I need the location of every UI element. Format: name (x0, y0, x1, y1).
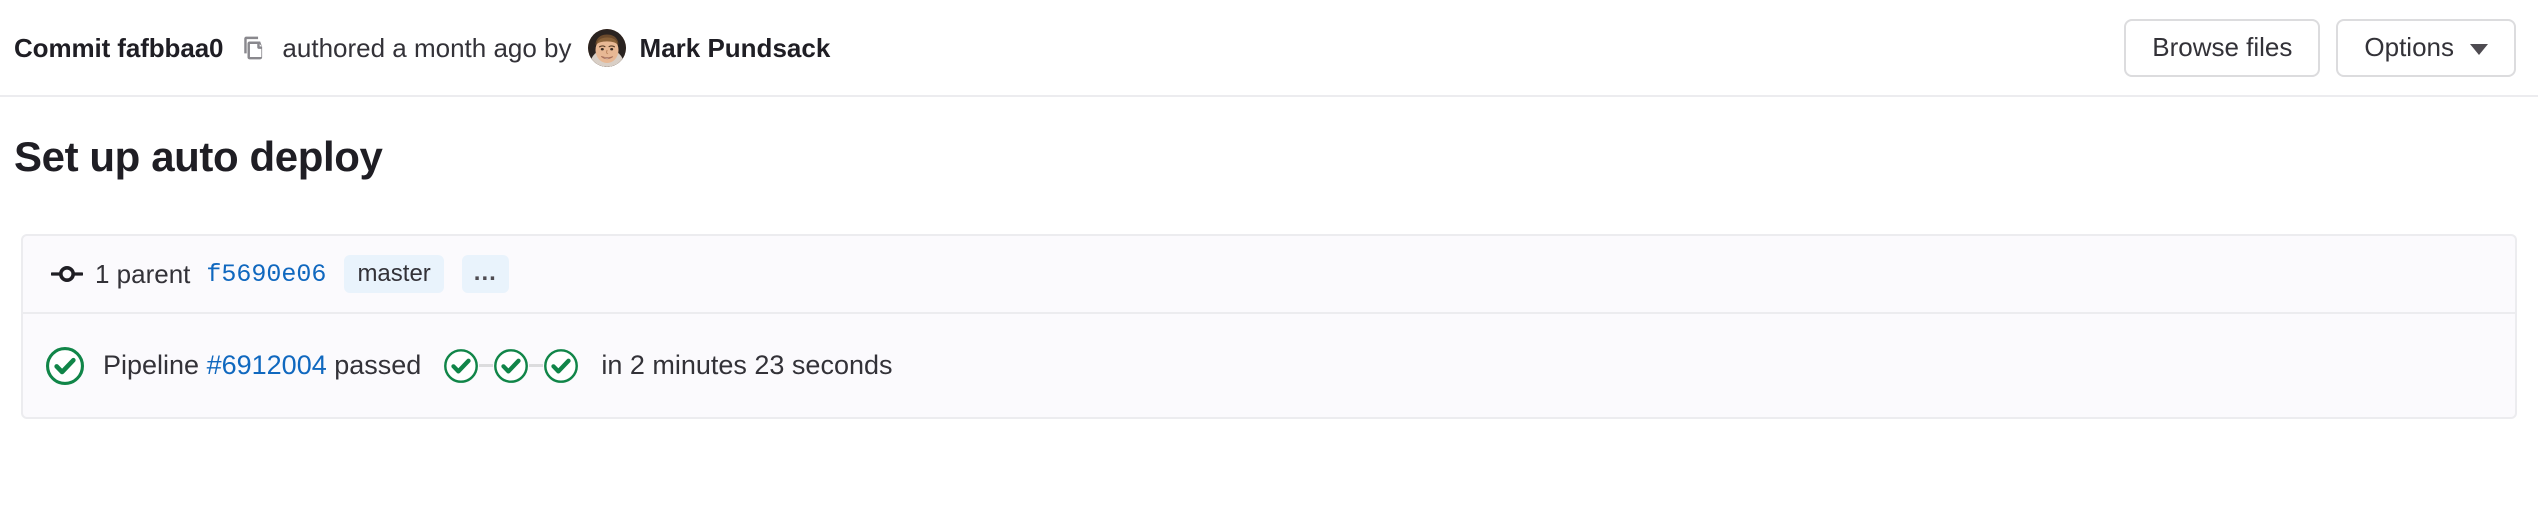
stage-connector (479, 364, 494, 367)
commit-node-icon (51, 262, 83, 286)
pipeline-row: Pipeline #6912004 passed in 2 minutes 23… (23, 314, 2515, 417)
browse-files-label: Browse files (2152, 32, 2293, 62)
author-name[interactable]: Mark Pundsack (640, 35, 831, 61)
browse-files-button[interactable]: Browse files (2124, 18, 2321, 77)
parent-sha-link[interactable]: f5690e06 (206, 260, 326, 289)
chevron-down-icon (2470, 43, 2488, 55)
parent-row: 1 parent f5690e06 master ... (23, 236, 2515, 314)
stage-connector (529, 364, 544, 367)
header-actions: Browse files Options (2124, 18, 2516, 77)
pipeline-duration: in 2 minutes 23 seconds (601, 350, 893, 380)
avatar[interactable] (587, 28, 626, 67)
authored-text: authored a month ago by (282, 32, 572, 63)
status-success-icon[interactable] (45, 346, 85, 386)
commit-header: Commit fafbbaa0 authored a month ago by (0, 0, 2538, 97)
options-button[interactable]: Options (2336, 18, 2516, 77)
pipeline-stages (443, 348, 579, 384)
branch-badge[interactable]: master (344, 255, 444, 293)
pipeline-status-word: passed (334, 350, 422, 380)
page-title: Set up auto deploy (14, 133, 383, 180)
pipeline-status-text: Pipeline #6912004 passed (103, 350, 421, 381)
commit-sha-label: Commit fafbbaa0 (14, 32, 224, 63)
commit-meta: Commit fafbbaa0 authored a month ago by (14, 28, 831, 67)
copy-icon[interactable] (241, 34, 267, 62)
pipeline-stage-1-icon[interactable] (443, 348, 479, 384)
pipeline-id-link[interactable]: #6912004 (207, 350, 327, 380)
pipeline-stage-3-icon[interactable] (543, 348, 579, 384)
options-label: Options (2364, 32, 2454, 62)
pipeline-word: Pipeline (103, 350, 200, 380)
parent-count-label: 1 parent (95, 258, 191, 289)
commit-info-card: 1 parent f5690e06 master ... Pipeline #6… (21, 234, 2517, 419)
commit-detail-page: Commit fafbbaa0 authored a month ago by (0, 0, 2538, 524)
pipeline-stage-2-icon[interactable] (493, 348, 529, 384)
more-refs-badge[interactable]: ... (461, 255, 509, 293)
